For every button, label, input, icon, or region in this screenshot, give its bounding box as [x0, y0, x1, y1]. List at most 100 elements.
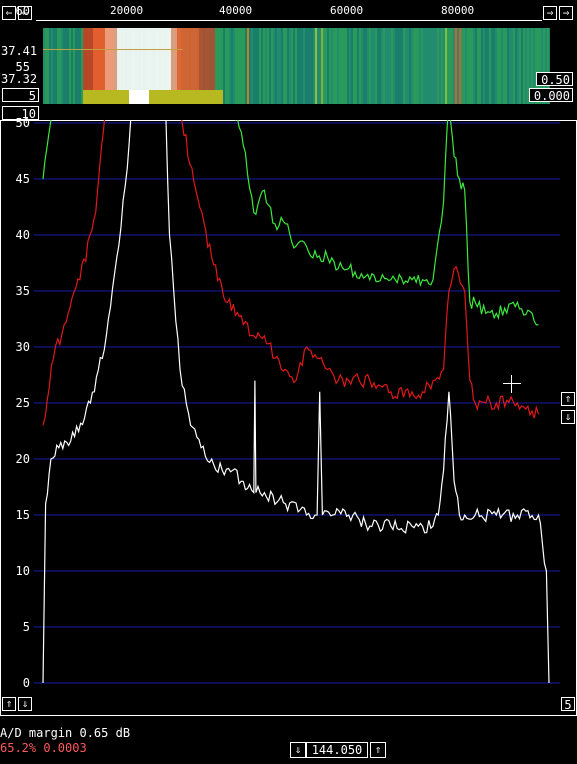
- waterfall-column: [227, 28, 229, 104]
- waterfall-column: [405, 28, 407, 104]
- waterfall-signal: [455, 28, 457, 104]
- spectrum-offset-down-button[interactable]: ⇓: [18, 697, 32, 711]
- waterfall-column: [345, 28, 347, 104]
- y-tick-label: 35: [15, 284, 30, 298]
- waterfall-column: [347, 28, 349, 104]
- waterfall-speed-box[interactable]: 5: [2, 88, 39, 103]
- waterfall-column: [45, 28, 47, 104]
- waterfall-column: [523, 28, 525, 104]
- waterfall-column: [519, 28, 521, 104]
- waterfall-column: [313, 28, 315, 104]
- waterfall-column: [51, 28, 53, 104]
- waterfall-signal: [177, 28, 201, 90]
- waterfall-column: [493, 28, 495, 104]
- waterfall-signal: [43, 49, 183, 50]
- waterfall-column: [481, 28, 483, 104]
- ad-margin-text: A/D margin 0.65 dB: [0, 726, 131, 740]
- crosshair-cursor: [503, 375, 521, 393]
- waterfall-column: [375, 28, 377, 104]
- y-tick-label: 55: [15, 60, 30, 74]
- waterfall-column: [249, 28, 251, 104]
- freq-ruler: 20000 40000 60000 80000: [36, 4, 542, 21]
- waterfall-column: [75, 28, 77, 104]
- waterfall-column: [525, 28, 527, 104]
- waterfall-column: [495, 28, 497, 104]
- y-tick-label: 40: [15, 228, 30, 242]
- waterfall-signal: [129, 90, 149, 104]
- waterfall-column: [363, 28, 365, 104]
- waterfall-column: [517, 28, 519, 104]
- waterfall-column: [413, 28, 415, 104]
- spectrum-plot[interactable]: [0, 120, 577, 716]
- waterfall-column: [267, 28, 269, 104]
- waterfall-column: [399, 28, 401, 104]
- frequency-down-button[interactable]: ⇓: [290, 742, 306, 758]
- waterfall-column: [297, 28, 299, 104]
- waterfall-column: [61, 28, 63, 104]
- waterfall-column: [81, 28, 83, 104]
- freq-tick-label: 80000: [441, 4, 475, 17]
- waterfall-column: [71, 28, 73, 104]
- spectrum-offset-up-button[interactable]: ⇑: [2, 697, 16, 711]
- cpu-load-text: 65.2% 0.0003: [0, 741, 87, 755]
- frequency-display[interactable]: 144.050: [306, 742, 368, 758]
- waterfall-column: [389, 28, 391, 104]
- waterfall-signal: [321, 28, 323, 104]
- waterfall-column: [245, 28, 247, 104]
- waterfall-column: [47, 28, 49, 104]
- waterfall-column: [467, 28, 469, 104]
- waterfall-column: [443, 28, 445, 104]
- waterfall-column: [271, 28, 273, 104]
- waterfall-column: [421, 28, 423, 104]
- freq-tick-label: 60000: [330, 4, 364, 17]
- waterfall-column: [279, 28, 281, 104]
- waterfall-column: [361, 28, 363, 104]
- waterfall-column: [349, 28, 351, 104]
- waterfall-column: [263, 28, 265, 104]
- waterfall-column: [403, 28, 405, 104]
- waterfall-column: [43, 28, 45, 104]
- waterfall-column: [327, 28, 329, 104]
- freq-scroll-right-button[interactable]: ⇒: [543, 6, 557, 20]
- waterfall-column: [225, 28, 227, 104]
- waterfall-column: [497, 28, 499, 104]
- spectrum-frame: [0, 120, 577, 716]
- waterfall-column: [367, 28, 369, 104]
- waterfall-column: [417, 28, 419, 104]
- spectrum-series-line: [42, 120, 550, 684]
- waterfall-column: [339, 28, 341, 104]
- waterfall-column: [69, 28, 71, 104]
- waterfall-column: [277, 28, 279, 104]
- waterfall-column: [369, 28, 371, 104]
- waterfall-column: [329, 28, 331, 104]
- waterfall-column: [485, 28, 487, 104]
- waterfall-offset-box[interactable]: 0.000: [529, 88, 573, 103]
- spectrum-scale-up-button[interactable]: ⇑: [561, 392, 575, 406]
- waterfall-gain-box[interactable]: 0.50: [536, 72, 573, 87]
- waterfall-column: [295, 28, 297, 104]
- waterfall-column: [447, 28, 449, 104]
- spectrum-right-box[interactable]: 5: [561, 697, 575, 712]
- waterfall-column: [59, 28, 61, 104]
- waterfall-column: [233, 28, 235, 104]
- y-tick-label: 0: [22, 676, 30, 690]
- waterfall-column: [469, 28, 471, 104]
- waterfall-column: [397, 28, 399, 104]
- frequency-up-button[interactable]: ⇑: [370, 742, 386, 758]
- y-tick-label: 25: [15, 396, 30, 410]
- waterfall-display[interactable]: [43, 28, 550, 104]
- waterfall-column: [407, 28, 409, 104]
- waterfall-column: [465, 28, 467, 104]
- waterfall-column: [487, 28, 489, 104]
- y-tick-label: 5: [22, 620, 30, 634]
- waterfall-signal: [247, 28, 249, 104]
- waterfall-column: [287, 28, 289, 104]
- waterfall-signal: [83, 90, 223, 104]
- y-tick-label: 60: [15, 4, 30, 18]
- waterfall-column: [305, 28, 307, 104]
- freq-scroll-right-fast-button[interactable]: ⇒: [559, 6, 573, 20]
- spectrum-scale-down-button[interactable]: ⇓: [561, 410, 575, 424]
- waterfall-signal: [315, 28, 317, 104]
- waterfall-column: [55, 28, 57, 104]
- waterfall-level-bottom: 37.32: [1, 72, 38, 86]
